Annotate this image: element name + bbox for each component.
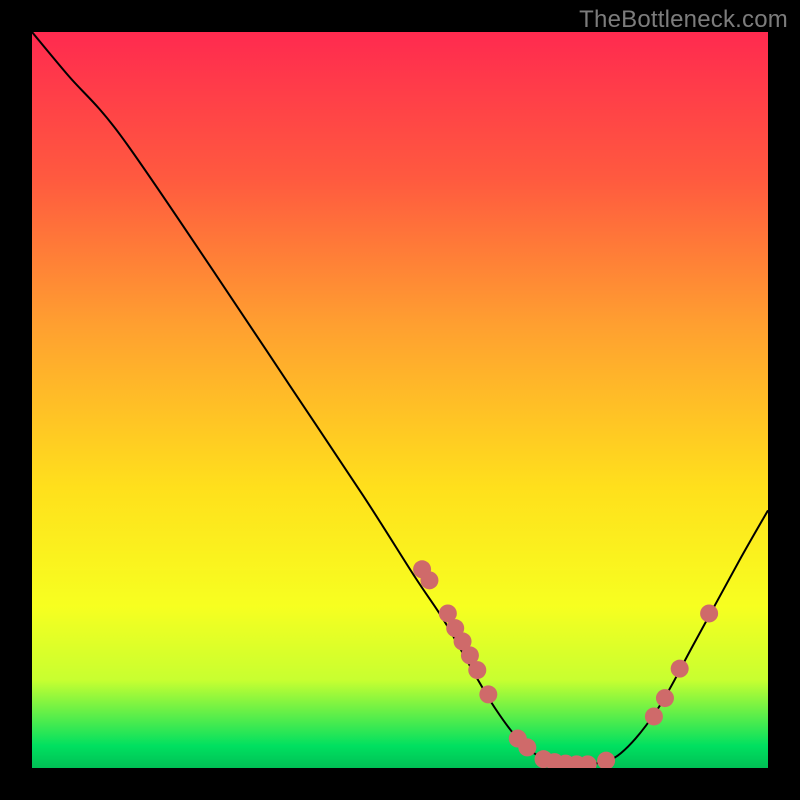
curve-marker <box>420 571 438 589</box>
curve-marker <box>700 604 718 622</box>
plot-area <box>32 32 768 768</box>
curve-marker <box>645 707 663 725</box>
curve-marker <box>671 660 689 678</box>
curve-marker <box>597 752 615 768</box>
curve-markers <box>413 560 718 768</box>
curve-marker <box>656 689 674 707</box>
curve-marker <box>518 738 536 756</box>
chart-frame: TheBottleneck.com <box>0 0 800 800</box>
curve-marker <box>479 685 497 703</box>
chart-svg <box>32 32 768 768</box>
curve-marker <box>468 661 486 679</box>
watermark-text: TheBottleneck.com <box>579 6 788 34</box>
bottleneck-curve <box>32 32 768 765</box>
